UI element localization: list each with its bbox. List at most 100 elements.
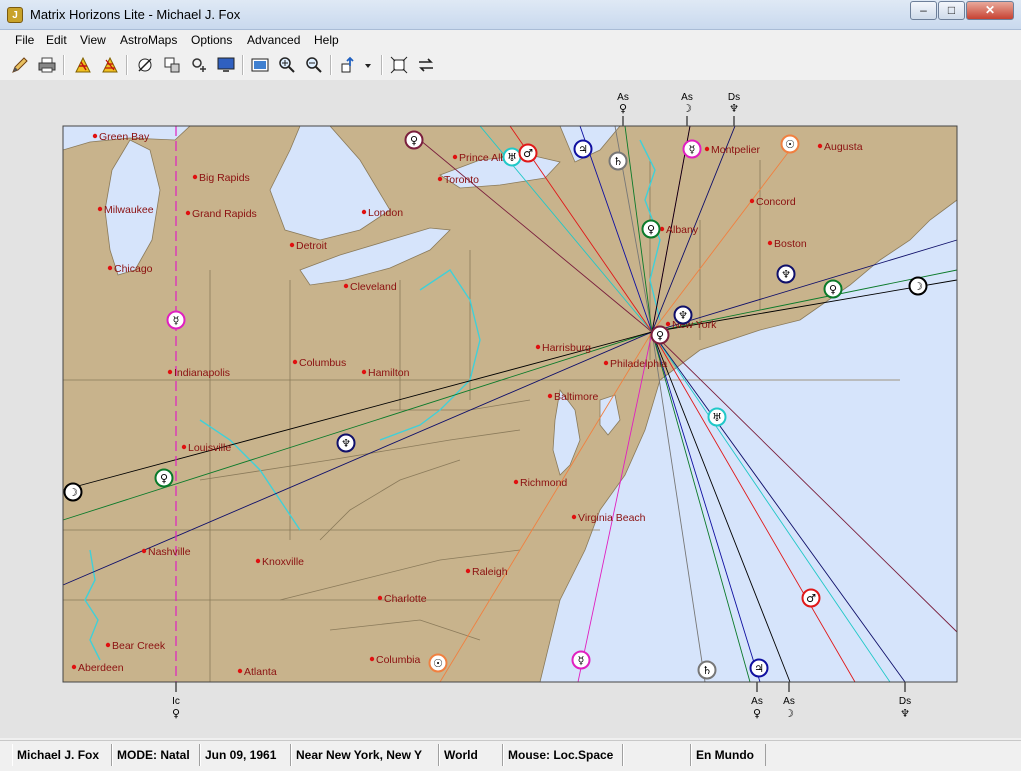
city-marker[interactable]: Chicago <box>107 263 153 275</box>
menu-help[interactable]: Help <box>314 33 339 47</box>
menu-advanced[interactable]: Advanced <box>247 33 300 47</box>
fit-icon[interactable] <box>388 54 410 76</box>
city-marker[interactable]: Richmond <box>513 477 568 489</box>
swap-icon[interactable] <box>415 54 437 76</box>
city-marker[interactable]: Cleveland <box>343 281 397 293</box>
planet-marker[interactable]: ☉ <box>780 134 800 154</box>
city-label: Montpelier <box>711 144 761 156</box>
city-marker[interactable]: Detroit <box>289 240 327 252</box>
city-marker[interactable]: Charlotte <box>377 593 427 605</box>
planet-marker[interactable]: ♀ <box>404 130 424 150</box>
city-marker[interactable]: Concord <box>749 196 796 208</box>
menu-view[interactable]: View <box>80 33 106 47</box>
city-marker[interactable]: New York <box>665 319 717 331</box>
compass-icon[interactable] <box>134 54 156 76</box>
planet-marker[interactable]: ♂ <box>801 588 821 608</box>
city-dot <box>767 240 773 246</box>
city-marker[interactable]: Indianapolis <box>167 367 230 379</box>
city-marker[interactable]: Milwaukee <box>97 204 154 216</box>
planet-glyph: ♀ <box>160 472 168 485</box>
app-icon[interactable]: J <box>7 7 23 23</box>
city-marker[interactable]: Albany <box>659 224 699 236</box>
city-marker[interactable]: Columbia <box>369 654 421 666</box>
city-marker[interactable]: Nashville <box>141 546 191 558</box>
city-marker[interactable]: Philadelphia <box>603 358 668 370</box>
print-icon[interactable] <box>36 54 58 76</box>
city-marker[interactable]: Green Bay <box>92 131 150 143</box>
city-marker[interactable]: Hamilton <box>361 367 410 379</box>
city-marker[interactable]: Harrisburg <box>535 342 591 354</box>
maximize-button[interactable]: □ <box>938 1 965 20</box>
menu-edit[interactable]: Edit <box>46 33 67 47</box>
chart-grid-icon[interactable] <box>99 54 121 76</box>
city-label: Augusta <box>824 141 863 153</box>
city-marker[interactable]: Knoxville <box>255 556 304 568</box>
menu-file[interactable]: File <box>15 33 34 47</box>
city-dot <box>749 198 755 204</box>
dropdown-arrow-icon[interactable] <box>361 54 375 76</box>
location-icon[interactable] <box>338 54 360 76</box>
planet-marker[interactable]: ♀ <box>823 279 843 299</box>
city-marker[interactable]: Montpelier <box>704 144 761 156</box>
add-planet-icon[interactable] <box>188 54 210 76</box>
planet-marker[interactable]: ♅ <box>707 407 727 427</box>
slideshow-icon[interactable] <box>249 54 271 76</box>
planet-marker[interactable]: ♄ <box>608 151 628 171</box>
planet-marker[interactable]: ♄ <box>697 660 717 680</box>
planet-marker[interactable]: ☉ <box>428 653 448 673</box>
menu-options[interactable]: Options <box>191 33 232 47</box>
planet-label: ☽ <box>784 707 794 720</box>
planet-marker[interactable]: ☽ <box>63 482 83 502</box>
city-marker[interactable]: London <box>361 207 403 219</box>
city-dot <box>292 359 298 365</box>
chart-wheel-icon[interactable] <box>72 54 94 76</box>
city-marker[interactable]: Baltimore <box>547 391 599 403</box>
city-label: Raleigh <box>472 566 508 578</box>
map-canvas[interactable]: Green Bay Prince Albert Toronto Montpelier A… <box>0 80 1021 738</box>
city-marker[interactable]: Atlanta <box>237 666 277 678</box>
planet-label: ♆ <box>729 102 739 115</box>
city-label: Concord <box>756 196 796 208</box>
planet-marker[interactable]: ♃ <box>749 658 769 678</box>
planet-marker[interactable]: ♀ <box>154 468 174 488</box>
city-marker[interactable]: Bear Creek <box>105 640 166 652</box>
planet-marker[interactable]: ☿ <box>682 139 702 159</box>
city-marker[interactable]: Raleigh <box>465 566 508 578</box>
monitor-icon[interactable] <box>215 54 237 76</box>
minimize-button[interactable]: – <box>910 1 937 20</box>
city-label: Bear Creek <box>112 640 166 652</box>
planet-marker[interactable]: ♂ <box>518 143 538 163</box>
planet-glyph: ♂ <box>523 147 533 160</box>
planet-marker[interactable]: ♃ <box>573 139 593 159</box>
planet-marker[interactable]: ☽ <box>908 276 928 296</box>
close-button[interactable]: ✕ <box>966 1 1014 20</box>
city-dot <box>535 344 541 350</box>
planet-marker[interactable]: ☿ <box>571 650 591 670</box>
city-marker[interactable]: Louisville <box>181 442 232 454</box>
city-marker[interactable]: Virginia Beach <box>571 512 646 524</box>
angle-label: As <box>783 696 795 707</box>
planet-marker[interactable]: ♀ <box>650 325 670 345</box>
planet-marker[interactable]: ☿ <box>166 310 186 330</box>
planet-marker[interactable]: ♀ <box>641 219 661 239</box>
city-marker[interactable]: Augusta <box>817 141 863 153</box>
resize-icon[interactable] <box>161 54 183 76</box>
zoom-out-icon[interactable] <box>303 54 325 76</box>
astro-map[interactable]: Green BayPrince AlbertTorontoMontpelier A… <box>0 80 1021 738</box>
toolbar <box>0 50 1021 80</box>
planet-marker[interactable]: ♆ <box>776 264 796 284</box>
city-dot <box>377 595 383 601</box>
planet-marker[interactable]: ♆ <box>336 433 356 453</box>
zoom-in-icon[interactable] <box>276 54 298 76</box>
city-label: Virginia Beach <box>578 512 646 524</box>
city-marker[interactable]: Grand Rapids <box>185 208 257 220</box>
city-marker[interactable]: Columbus <box>292 357 346 369</box>
planet-marker[interactable]: ♆ <box>673 305 693 325</box>
city-marker[interactable]: Toronto <box>437 174 479 186</box>
city-marker[interactable]: Aberdeen <box>71 662 124 674</box>
edit-chart-icon[interactable] <box>9 54 31 76</box>
city-marker[interactable]: Boston <box>767 238 807 250</box>
city-marker[interactable]: Big Rapids <box>192 172 250 184</box>
menu-astromaps[interactable]: AstroMaps <box>120 33 177 47</box>
planet-marker[interactable]: ♅ <box>502 147 522 167</box>
